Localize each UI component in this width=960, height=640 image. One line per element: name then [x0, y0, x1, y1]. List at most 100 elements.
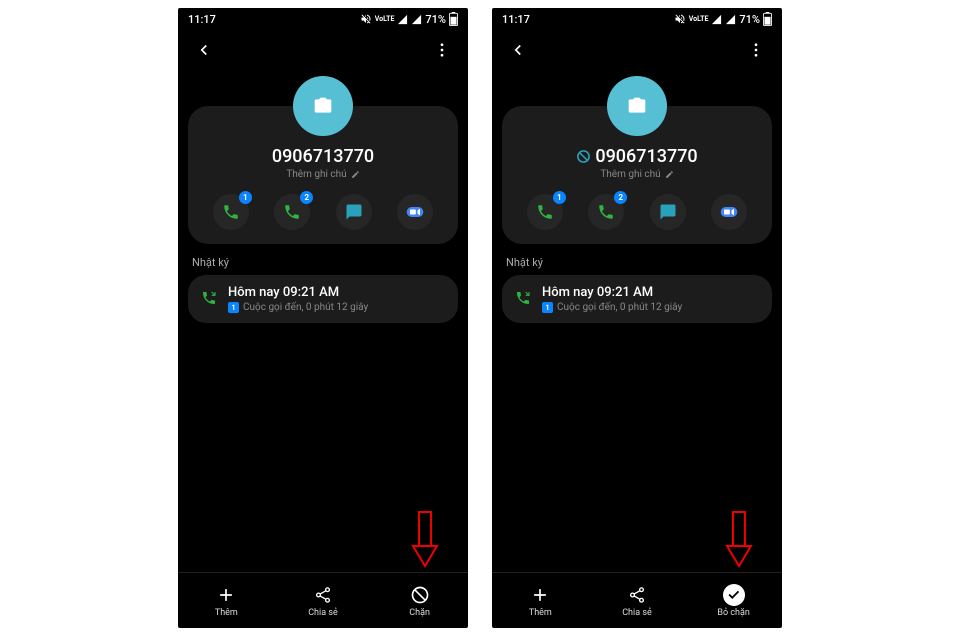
call-sim2-button[interactable]: 2	[588, 194, 624, 230]
log-text: Hôm nay 09:21 AM 1 Cuộc gọi đến, 0 phút …	[228, 285, 368, 313]
phone-icon	[597, 203, 615, 221]
annotation-arrow	[724, 510, 754, 570]
block-icon	[409, 584, 431, 606]
call-sim1-button[interactable]: 1	[213, 194, 249, 230]
signal-icon	[711, 14, 722, 25]
volte-icon: VoLTE	[375, 16, 395, 23]
bottom-unblock-button[interactable]: Bỏ chặn	[704, 584, 764, 618]
add-note-label: Thêm ghi chú	[600, 169, 660, 180]
volte-icon: VoLTE	[689, 16, 709, 23]
status-bar: 11:17 VoLTE 71%	[178, 8, 468, 30]
plus-icon	[215, 584, 237, 606]
status-time: 11:17	[502, 13, 530, 26]
top-bar	[178, 30, 468, 70]
bottom-add-button[interactable]: Thêm	[196, 584, 256, 618]
call-sim1-button[interactable]: 1	[527, 194, 563, 230]
phone-icon	[536, 203, 554, 221]
message-button[interactable]	[336, 194, 372, 230]
edit-icon	[665, 170, 674, 179]
checkmark-icon	[723, 584, 745, 606]
phone-right: 11:17 VoLTE 71% 0906713770 Thêm ghi	[492, 8, 782, 628]
bottom-unblock-label: Bỏ chặn	[717, 608, 750, 618]
message-icon	[659, 203, 677, 221]
incoming-call-icon	[514, 289, 532, 307]
signal-icon	[397, 14, 408, 25]
log-text: Hôm nay 09:21 AM 1 Cuộc gọi đến, 0 phút …	[542, 285, 682, 313]
more-button[interactable]	[744, 38, 768, 62]
sim-tag: 1	[542, 302, 553, 313]
bottom-add-label: Thêm	[215, 608, 238, 618]
annotation-arrow	[410, 510, 440, 570]
plus-icon	[529, 584, 551, 606]
top-bar	[492, 30, 782, 70]
add-note-button[interactable]: Thêm ghi chú	[286, 169, 359, 180]
camera-icon	[627, 96, 647, 116]
avatar[interactable]	[607, 76, 667, 136]
log-time: Hôm nay 09:21 AM	[542, 285, 682, 300]
bottom-share-label: Chia sẻ	[308, 608, 338, 618]
bottom-bar: Thêm Chia sẻ Chặn	[178, 572, 468, 628]
log-entry[interactable]: Hôm nay 09:21 AM 1 Cuộc gọi đến, 0 phút …	[502, 275, 772, 323]
signal-icon-2	[411, 14, 422, 25]
status-right: VoLTE 71%	[674, 12, 772, 26]
message-button[interactable]	[650, 194, 686, 230]
phone-number: 0906713770	[595, 146, 697, 167]
log-detail: Cuộc gọi đến, 0 phút 12 giây	[243, 302, 368, 313]
bottom-share-button[interactable]: Chia sẻ	[293, 584, 353, 618]
phone-number-row: 0906713770	[576, 146, 697, 167]
status-right: VoLTE 71%	[360, 12, 458, 26]
action-row: 1 2	[514, 194, 760, 230]
avatar[interactable]	[293, 76, 353, 136]
back-button[interactable]	[192, 38, 216, 62]
mute-icon	[674, 13, 686, 25]
battery-icon	[449, 12, 458, 26]
bottom-block-button[interactable]: Chặn	[390, 584, 450, 618]
bottom-share-label: Chia sẻ	[622, 608, 652, 618]
camera-icon	[313, 96, 333, 116]
badge-2: 2	[300, 191, 313, 204]
phone-icon	[283, 203, 301, 221]
message-icon	[345, 203, 363, 221]
badge-1: 1	[239, 191, 252, 204]
back-button[interactable]	[506, 38, 530, 62]
badge-1: 1	[553, 191, 566, 204]
phone-left: 11:17 VoLTE 71% 0906713770 Thêm ghi chú	[178, 8, 468, 628]
bottom-block-label: Chặn	[409, 608, 430, 618]
share-icon	[626, 584, 648, 606]
log-section-label: Nhật ký	[178, 244, 468, 275]
video-icon	[405, 202, 425, 222]
mute-icon	[360, 13, 372, 25]
edit-icon	[351, 170, 360, 179]
log-entry[interactable]: Hôm nay 09:21 AM 1 Cuộc gọi đến, 0 phút …	[188, 275, 458, 323]
video-call-button[interactable]	[711, 194, 747, 230]
status-time: 11:17	[188, 13, 216, 26]
contact-card: 0906713770 Thêm ghi chú 1 2	[188, 106, 458, 244]
signal-icon-2	[725, 14, 736, 25]
phone-number-row: 0906713770	[272, 146, 374, 167]
sim-tag: 1	[228, 302, 239, 313]
bottom-share-button[interactable]: Chia sẻ	[607, 584, 667, 618]
contact-card: 0906713770 Thêm ghi chú 1 2	[502, 106, 772, 244]
log-section-label: Nhật ký	[492, 244, 782, 275]
status-bar: 11:17 VoLTE 71%	[492, 8, 782, 30]
incoming-call-icon	[200, 289, 218, 307]
share-icon	[312, 584, 334, 606]
battery-text: 71%	[425, 13, 446, 26]
video-call-button[interactable]	[397, 194, 433, 230]
call-sim2-button[interactable]: 2	[274, 194, 310, 230]
blocked-indicator-icon	[576, 149, 591, 164]
phone-number: 0906713770	[272, 146, 374, 167]
add-note-label: Thêm ghi chú	[286, 169, 346, 180]
log-time: Hôm nay 09:21 AM	[228, 285, 368, 300]
bottom-add-button[interactable]: Thêm	[510, 584, 570, 618]
battery-text: 71%	[739, 13, 760, 26]
battery-icon	[763, 12, 772, 26]
action-row: 1 2	[200, 194, 446, 230]
add-note-button[interactable]: Thêm ghi chú	[600, 169, 673, 180]
phone-icon	[222, 203, 240, 221]
bottom-add-label: Thêm	[529, 608, 552, 618]
log-detail: Cuộc gọi đến, 0 phút 12 giây	[557, 302, 682, 313]
video-icon	[719, 202, 739, 222]
more-button[interactable]	[430, 38, 454, 62]
bottom-bar: Thêm Chia sẻ Bỏ chặn	[492, 572, 782, 628]
